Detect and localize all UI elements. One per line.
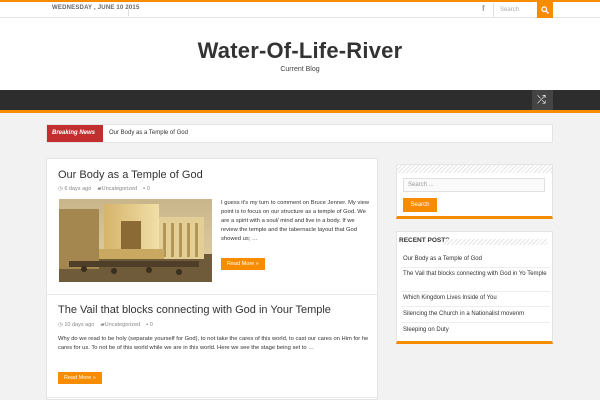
- top-bar: WEDNESDAY , JUNE 10 2015 f Search: [0, 0, 600, 18]
- read-more-button[interactable]: Read More »: [58, 372, 102, 384]
- sidebar-search-widget: Search ... Search: [396, 164, 553, 219]
- post-excerpt: I guess it's my turn to comment on Bruce…: [221, 200, 370, 242]
- post-divider: [47, 294, 377, 295]
- random-post-button[interactable]: ⤮: [532, 90, 553, 110]
- post-comments[interactable]: 0: [150, 322, 153, 328]
- post-title[interactable]: The Vail that blocks connecting with God…: [58, 304, 331, 316]
- breaking-news-bar: Breaking News Our Body as a Temple of Go…: [46, 124, 553, 143]
- post-category[interactable]: Uncategorized: [102, 186, 137, 192]
- divider: [128, 4, 129, 16]
- site-description: Current Blog: [280, 66, 320, 73]
- breaking-news-link[interactable]: Our Body as a Temple of God: [109, 125, 188, 142]
- recent-posts-title: Recent Posts: [399, 237, 450, 244]
- recent-post-link[interactable]: Silencing the Church in a Nationalist mo…: [403, 310, 551, 319]
- main-nav: ⤮: [0, 90, 600, 113]
- post-category[interactable]: Uncategorized: [105, 322, 140, 328]
- recent-post-link[interactable]: Our Body as a Temple of God: [403, 255, 551, 264]
- comment-icon: ▪: [143, 186, 146, 192]
- widget-pattern: [397, 165, 552, 173]
- post-date: 6 days ago: [64, 186, 92, 192]
- current-date: WEDNESDAY , JUNE 10 2015: [52, 5, 140, 11]
- site-header: Water-Of-Life-River Current Blog: [0, 18, 600, 90]
- recent-post-link[interactable]: Sleeping on Duty: [403, 326, 551, 335]
- post-divider: [47, 397, 377, 398]
- shuffle-icon: ⤮: [537, 94, 546, 106]
- temple-image: [59, 199, 212, 282]
- post-title[interactable]: Our Body as a Temple of God: [58, 169, 203, 181]
- post-list: Our Body as a Temple of God ◷ 6 days ago…: [46, 158, 378, 400]
- clock-icon: ◷: [58, 186, 63, 192]
- post-date: 10 days ago: [64, 322, 95, 328]
- comment-icon: ▪: [146, 322, 149, 328]
- recent-post-link[interactable]: The Vail that blocks connecting with God…: [403, 270, 551, 279]
- recent-posts-widget: Recent Posts Our Body as a Temple of God…: [396, 231, 553, 344]
- post-thumbnail[interactable]: [59, 199, 212, 282]
- post-excerpt: Why do we read to be holy (separate your…: [58, 336, 369, 351]
- recent-post-link[interactable]: Which Kingdom Lives Inside of You: [403, 294, 551, 303]
- sidebar-search-button[interactable]: Search: [403, 198, 437, 212]
- widget-pattern: [444, 239, 548, 245]
- post-meta: ◷ 10 days ago ▰Uncategorized ▪ 0: [58, 322, 153, 328]
- post-comments[interactable]: 0: [147, 186, 150, 192]
- breaking-news-label: Breaking News: [47, 125, 103, 142]
- read-more-button[interactable]: Read More »: [221, 258, 265, 270]
- clock-icon: ◷: [58, 322, 63, 328]
- top-search-button[interactable]: [537, 2, 553, 18]
- divider: [401, 291, 550, 292]
- facebook-icon[interactable]: f: [482, 4, 485, 13]
- divider: [401, 267, 550, 268]
- sidebar-search-input[interactable]: Search ...: [403, 178, 545, 192]
- divider: [401, 306, 550, 307]
- top-search-input[interactable]: Search: [493, 3, 537, 17]
- divider: [401, 322, 550, 323]
- post-meta: ◷ 6 days ago ▰Uncategorized ▪ 0: [58, 186, 150, 192]
- search-icon: [541, 6, 549, 14]
- site-title[interactable]: Water-Of-Life-River: [0, 38, 600, 64]
